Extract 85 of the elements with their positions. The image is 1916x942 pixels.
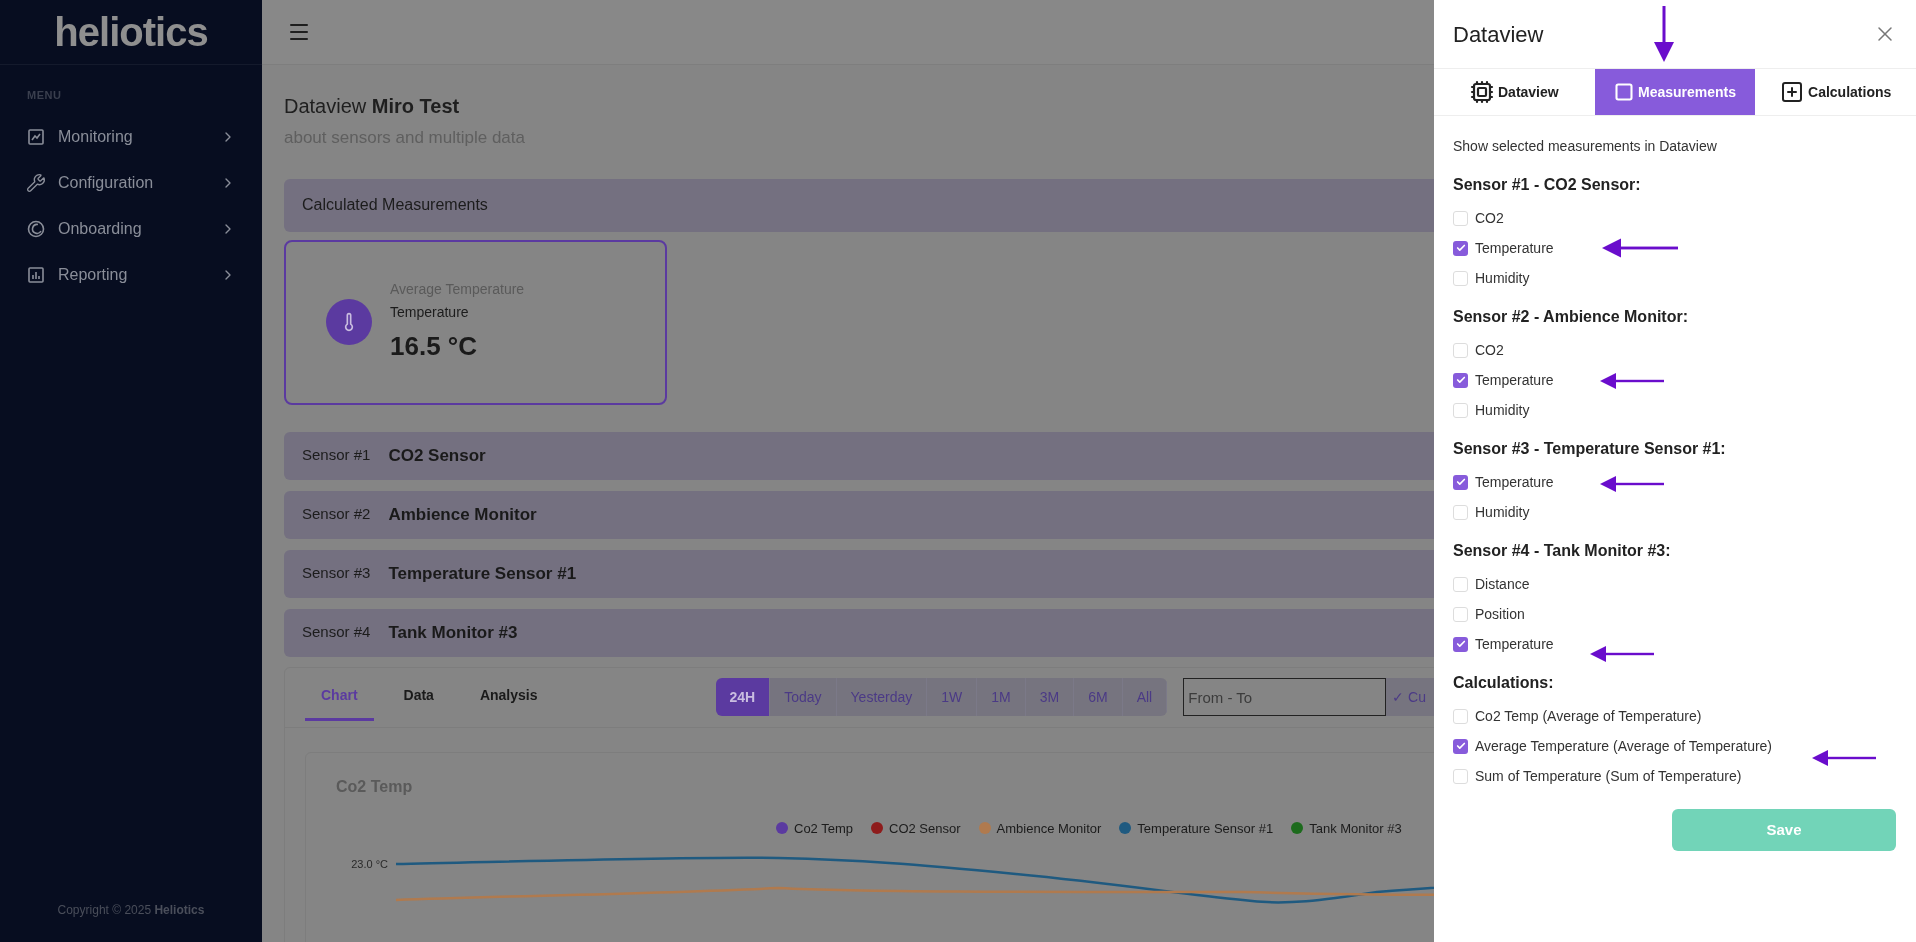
check-icon [1455,639,1466,649]
group-heading: Calculations: [1453,673,1555,693]
sidebar-item[interactable]: Configuration [0,159,262,206]
checkbox-option[interactable]: Humidity [1453,497,1530,527]
group-heading: Sensor #3 - Temperature Sensor #1: [1453,439,1727,459]
checkbox-option[interactable]: Temperature [1453,629,1554,659]
sensor-number: Sensor #2 [302,504,371,525]
checkbox[interactable] [1453,768,1468,784]
check-icon [1455,741,1466,751]
sidebar-item[interactable]: Reporting [0,251,262,298]
sensor-number: Sensor #1 [302,445,371,466]
checkbox-option[interactable]: Co2 Temp (Average of Temperature) [1453,701,1702,731]
sensor-name: Temperature Sensor #1 [388,562,577,585]
range-button[interactable]: 24H [715,678,771,716]
checkbox-option[interactable]: Humidity [1453,395,1530,425]
sidebar-item[interactable]: Onboarding [0,205,262,252]
check-icon [1455,375,1466,385]
checkbox-option[interactable]: Temperature [1453,467,1554,497]
checkbox[interactable] [1453,372,1468,388]
axis-tick: 23.0 °C [350,857,388,872]
checkbox[interactable] [1453,708,1468,724]
checkbox[interactable] [1453,606,1468,622]
sensor-name: CO2 Sensor [388,444,486,467]
group-heading: Sensor #2 - Ambience Monitor: [1453,307,1689,327]
checkbox[interactable] [1453,504,1468,520]
annotation-arrow [1812,748,1876,768]
bar-chart-icon [26,264,46,285]
checkbox[interactable] [1453,240,1468,256]
legend-label[interactable]: Co2 Temp [794,818,853,838]
checkbox[interactable] [1453,402,1468,418]
sensor-row[interactable]: Sensor #1 CO2 Sensor [284,431,1434,480]
sensor-number: Sensor #4 [302,622,371,643]
chip-icon [1470,80,1494,104]
copyright: Copyright © 2025 Heliotics [56,902,206,919]
section-header[interactable]: Calculated Measurements [284,178,1434,232]
view-tab[interactable]: Data [387,673,450,721]
checkbox[interactable] [1453,738,1468,754]
sensor-name: Tank Monitor #3 [388,621,518,644]
group-heading: Sensor #4 - Tank Monitor #3: [1453,541,1672,561]
legend-label[interactable]: Tank Monitor #3 [1309,818,1402,838]
chart-icon [26,126,46,147]
checkbox[interactable] [1453,210,1468,226]
checkbox-option[interactable]: Humidity [1453,263,1530,293]
checkbox[interactable] [1453,270,1468,286]
checkbox[interactable] [1453,576,1468,592]
check-icon [1455,477,1466,487]
annotation-arrow [1600,371,1664,391]
sensor-name: Ambience Monitor [388,503,537,526]
square-icon [1614,82,1634,102]
drawer-tab[interactable]: Measurements [1594,69,1756,115]
annotation-arrow [1652,6,1676,62]
checkbox-option[interactable]: Average Temperature (Average of Temperature) [1453,731,1773,761]
checkbox[interactable] [1453,342,1468,358]
legend-label[interactable]: Temperature Sensor #1 [1137,818,1274,838]
checkbox[interactable] [1453,474,1468,490]
page-title: Dataview Miro Test [284,94,460,119]
card-type: Temperature [390,302,470,322]
checkbox-option[interactable]: Sum of Temperature (Sum of Temperature) [1453,761,1742,791]
checkbox-option[interactable]: CO2 [1453,335,1504,365]
checkbox-option[interactable]: Position [1453,599,1525,629]
checkbox[interactable] [1453,636,1468,652]
drawer-description: Show selected measurements in Dataview [1453,137,1718,156]
card-value: 16.5 °C [390,329,478,363]
checkbox-option[interactable]: Distance [1453,569,1530,599]
logo[interactable]: heliotics [54,2,208,62]
sidebar-item[interactable]: Monitoring [0,113,262,160]
checkbox-option[interactable]: CO2 [1453,203,1504,233]
sensor-row[interactable]: Sensor #4 Tank Monitor #3 [284,608,1434,657]
add-square-icon [1780,80,1805,104]
legend-label[interactable]: Ambience Monitor [996,818,1102,838]
legend-label[interactable]: CO2 Sensor [889,818,961,838]
view-tab[interactable]: Analysis [463,673,554,721]
sensor-row[interactable]: Sensor #2 Ambience Monitor [284,490,1434,539]
wrench-icon [26,172,46,193]
check-icon [1455,243,1466,253]
sensor-number: Sensor #3 [302,563,371,584]
drawer-title: Dataview [1453,20,1544,49]
checkbox-option[interactable]: Temperature [1453,365,1554,395]
clock-icon [26,218,46,239]
checkbox-option[interactable]: Temperature [1453,233,1554,263]
annotation-arrow [1600,474,1664,494]
sensor-row[interactable]: Sensor #3 Temperature Sensor #1 [284,549,1434,598]
date-range-field[interactable]: From - To [1183,678,1387,716]
group-heading: Sensor #1 - CO2 Sensor: [1453,175,1642,195]
annotation-arrow [1590,644,1654,664]
